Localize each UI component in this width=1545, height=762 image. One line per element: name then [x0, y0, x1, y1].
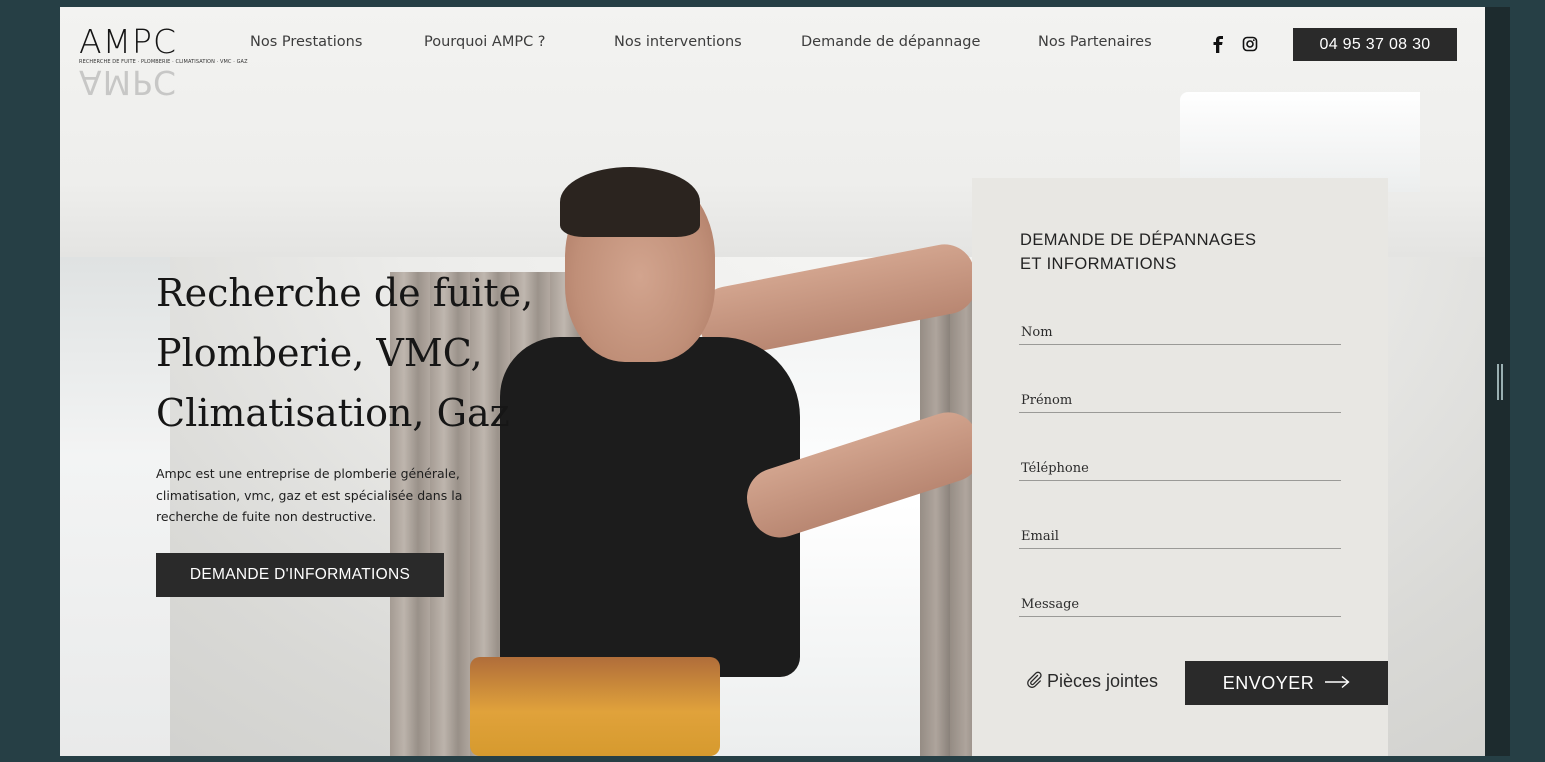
background-window-left — [60, 257, 170, 756]
prenom-input[interactable] — [1019, 388, 1345, 412]
photo-technician-hair — [560, 167, 700, 237]
attachments-button[interactable]: Pièces jointes — [1025, 670, 1158, 693]
request-info-button[interactable]: DEMANDE D'INFORMATIONS — [156, 553, 444, 597]
email-input[interactable] — [1019, 524, 1345, 548]
photo-toolbelt — [470, 657, 720, 756]
site-logo[interactable]: AMPC RECHERCHE DE FUITE · PLOMBERIE · CL… — [79, 22, 248, 115]
attachments-label: Pièces jointes — [1047, 671, 1159, 691]
nav-item-demande-depannage[interactable]: Demande de dépannage — [801, 34, 980, 50]
send-label: ENVOYER — [1222, 672, 1315, 693]
nom-field[interactable] — [1019, 320, 1345, 345]
paperclip-icon — [1025, 670, 1043, 693]
email-field[interactable] — [1019, 524, 1345, 549]
send-button[interactable]: ENVOYER — [1185, 661, 1388, 705]
telephone-input[interactable] — [1019, 456, 1345, 480]
instagram-icon[interactable] — [1242, 36, 1258, 56]
phone-button[interactable]: 04 95 37 08 30 — [1293, 28, 1457, 61]
hero-title-line: Recherche de fuite, — [156, 271, 534, 315]
form-title: DEMANDE DE DÉPANNAGES ET INFORMATIONS — [1020, 228, 1256, 276]
prenom-field[interactable] — [1019, 388, 1345, 413]
message-field[interactable] — [1019, 592, 1345, 617]
nav-item-pourquoi-ampc[interactable]: Pourquoi AMPC ? — [424, 34, 546, 50]
nav-item-prestations[interactable]: Nos Prestations — [250, 34, 362, 50]
message-input[interactable] — [1019, 592, 1345, 616]
logo-wordmark: AMPC — [79, 22, 177, 61]
hero-title-line: Climatisation, Gaz — [156, 391, 510, 435]
hero-title-line: Plomberie, VMC, — [156, 331, 483, 375]
telephone-field[interactable] — [1019, 456, 1345, 481]
facebook-icon[interactable] — [1212, 36, 1224, 57]
arrow-right-icon — [1324, 673, 1350, 694]
nom-input[interactable] — [1019, 320, 1345, 344]
form-title-line1: DEMANDE DE DÉPANNAGES — [1020, 231, 1257, 249]
form-title-line2: ET INFORMATIONS — [1020, 255, 1177, 273]
top-navigation: AMPC RECHERCHE DE FUITE · PLOMBERIE · CL… — [60, 7, 1485, 102]
hero-title: Recherche de fuite, Plomberie, VMC, Clim… — [156, 263, 576, 443]
logo-reflection: AMPC — [79, 63, 177, 102]
nav-item-interventions[interactable]: Nos interventions — [614, 34, 742, 50]
nav-item-partenaires[interactable]: Nos Partenaires — [1038, 34, 1152, 50]
hero-section: AMPC RECHERCHE DE FUITE · PLOMBERIE · CL… — [60, 7, 1485, 756]
hero-description: Ampc est une entreprise de plomberie gén… — [156, 466, 463, 524]
background-ac-unit — [1180, 92, 1420, 192]
scroll-handle[interactable] — [1497, 364, 1503, 400]
contact-form: DEMANDE DE DÉPANNAGES ET INFORMATIONS Pi… — [972, 178, 1388, 756]
